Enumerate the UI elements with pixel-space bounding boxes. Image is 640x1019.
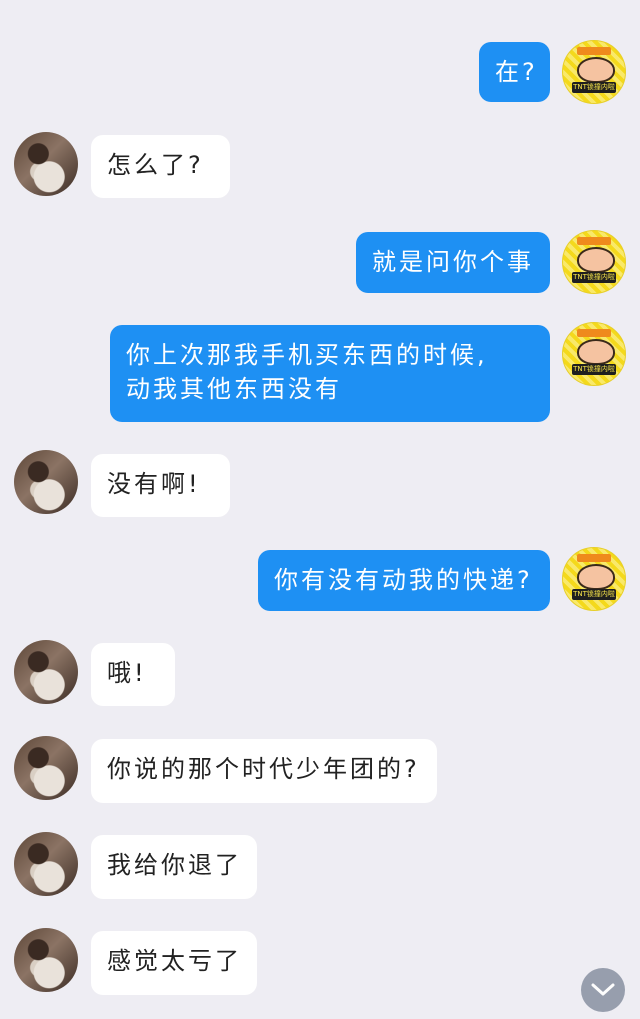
my-avatar[interactable]: TNT锁撞内啦 <box>562 547 626 611</box>
message-bubble-received[interactable]: 你说的那个时代少年团的? <box>91 739 437 803</box>
avatar-badge: TNT锁撞内啦 <box>572 364 616 375</box>
avatar-face <box>577 57 615 83</box>
message-text-line: 动我其他东西没有 <box>126 375 342 403</box>
avatar-badge: TNT锁撞内啦 <box>572 82 616 93</box>
message-bubble-sent[interactable]: 就是问你个事 <box>356 232 550 293</box>
my-avatar[interactable]: TNT锁撞内啦 <box>562 230 626 294</box>
message-bubble-received[interactable]: 怎么了? <box>91 135 230 198</box>
my-avatar[interactable]: TNT锁撞内啦 <box>562 40 626 104</box>
avatar-decoration <box>577 329 611 337</box>
message-text: 你有没有动我的快递? <box>274 566 533 594</box>
scroll-to-bottom-button[interactable] <box>581 968 625 1012</box>
avatar-face <box>577 339 615 365</box>
my-avatar[interactable]: TNT锁撞内啦 <box>562 322 626 386</box>
message-bubble-received[interactable]: 没有啊! <box>91 454 230 517</box>
message-text: 我给你退了 <box>107 851 242 879</box>
message-text-line: 你上次那我手机买东西的时候, <box>126 341 488 369</box>
contact-avatar[interactable] <box>14 132 78 196</box>
chat-view: 在? TNT锁撞内啦 怎么了? 就是问你个事 TNT锁撞内啦 你上次那我手机买东… <box>0 0 640 1019</box>
avatar-face <box>577 564 615 590</box>
message-bubble-sent[interactable]: 你上次那我手机买东西的时候, 动我其他东西没有 <box>110 325 550 422</box>
message-bubble-received[interactable]: 我给你退了 <box>91 835 257 899</box>
avatar-decoration <box>577 554 611 562</box>
avatar-face <box>577 247 615 273</box>
message-bubble-received[interactable]: 感觉太亏了 <box>91 931 257 995</box>
message-bubble-sent[interactable]: 在? <box>479 42 550 102</box>
message-text: 就是问你个事 <box>372 248 534 276</box>
contact-avatar[interactable] <box>14 450 78 514</box>
message-text: 在? <box>495 58 538 86</box>
contact-avatar[interactable] <box>14 736 78 800</box>
message-bubble-received[interactable]: 哦! <box>91 643 175 706</box>
avatar-decoration <box>577 47 611 55</box>
avatar-badge: TNT锁撞内啦 <box>572 272 616 283</box>
message-text: 没有啊! <box>107 470 201 498</box>
avatar-badge: TNT锁撞内啦 <box>572 589 616 600</box>
contact-avatar[interactable] <box>14 640 78 704</box>
message-bubble-sent[interactable]: 你有没有动我的快递? <box>258 550 550 611</box>
contact-avatar[interactable] <box>14 928 78 992</box>
message-text: 哦! <box>107 659 147 687</box>
chevron-down-icon <box>591 983 615 996</box>
message-text: 感觉太亏了 <box>107 947 242 975</box>
message-text: 你说的那个时代少年团的? <box>107 755 420 783</box>
contact-avatar[interactable] <box>14 832 78 896</box>
avatar-decoration <box>577 237 611 245</box>
message-text: 怎么了? <box>107 151 204 179</box>
